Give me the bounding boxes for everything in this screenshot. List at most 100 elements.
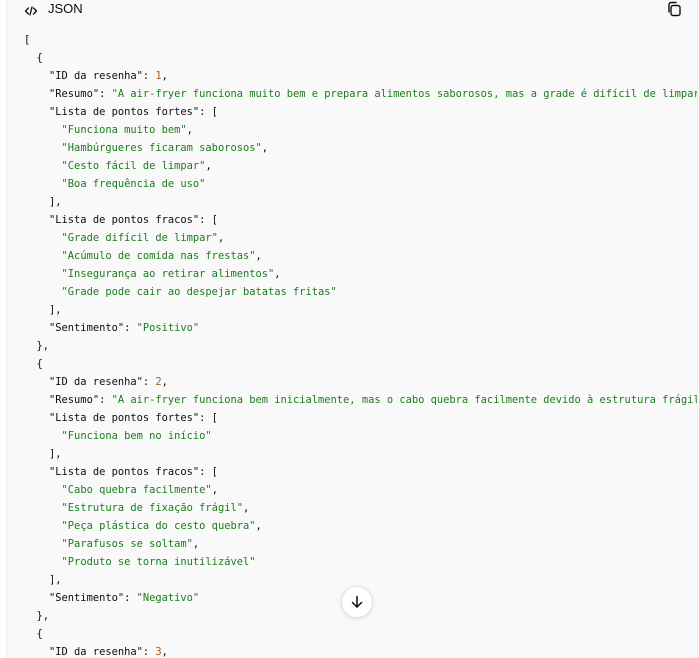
json-punctuation: : [142,70,156,82]
code-line: "Resumo": "A air-fryer funciona bem inic… [24,391,698,409]
json-punctuation [24,232,62,244]
json-punctuation [24,322,49,334]
json-punctuation: : [ [199,214,218,226]
code-content: [ { "ID da resenha": 1, "Resumo": "A air… [24,31,698,658]
code-line: ], [24,301,697,319]
code-line: { [24,355,697,373]
json-string: "Cabo quebra facilmente" [61,484,212,496]
json-punctuation: , [242,502,250,514]
code-line: "Hambúrgueres ficaram saborosos", [24,139,697,157]
code-line: "Acúmulo de comida nas frestas", [24,247,697,265]
code-line: [ [24,31,697,49]
json-string: "Parafusos se soltam" [61,538,193,550]
code-line: { [24,49,697,67]
code-line: "Boa frequência de uso" [24,175,697,193]
json-punctuation [24,538,62,550]
json-punctuation: }, [24,340,50,352]
code-line: "Resumo": "A air-fryer funciona muito be… [24,85,698,103]
json-key: "ID da resenha" [49,70,143,82]
json-punctuation [24,268,62,280]
json-punctuation [24,160,62,172]
json-string: "Grade pode cair ao despejar batatas fri… [61,286,337,298]
json-punctuation [24,214,49,226]
json-string: "Peça plástica do cesto quebra" [61,520,256,532]
json-punctuation: ], [24,448,62,460]
json-punctuation [24,592,49,604]
json-punctuation: , [274,268,281,280]
code-line: "Lista de pontos fracos": [ [24,463,697,481]
json-key: "ID da resenha" [49,646,143,658]
code-line: "ID da resenha": 3, [24,643,697,658]
json-punctuation [24,286,62,298]
json-punctuation: , [186,124,193,136]
json-punctuation [24,70,49,82]
json-punctuation: { [24,628,43,640]
code-line: "Lista de pontos fortes": [ [24,409,697,427]
json-key: "Sentimento" [49,592,125,604]
json-string: "A air-fryer funciona muito bem e prepar… [111,88,698,100]
code-line: "Funciona muito bem", [24,121,697,139]
json-key: "Lista de pontos fracos" [49,466,200,478]
json-string: "Grade difícil de limpar" [61,232,218,244]
json-punctuation [24,520,62,532]
json-punctuation: , [255,520,262,532]
json-punctuation [24,178,62,190]
json-punctuation [24,556,62,568]
json-punctuation: : [99,394,112,406]
json-punctuation: : [ [199,466,218,478]
code-icon [24,3,38,17]
code-line: "Grade pode cair ao despejar batatas fri… [24,283,697,301]
json-string: "Funciona muito bem" [61,124,187,136]
code-block: JSON [ { "ID da resenha": 1, "Resumo": "… [6,0,698,658]
code-line: "Insegurança ao retirar alimentos", [24,265,697,283]
code-line: "Lista de pontos fortes": [ [24,103,697,121]
json-punctuation: , [161,70,168,82]
code-line: "ID da resenha": 2, [24,373,697,391]
copy-button[interactable] [665,0,683,18]
json-string: "Acúmulo de comida nas frestas" [61,250,256,262]
json-punctuation: : [124,592,137,604]
json-punctuation [24,88,49,100]
json-punctuation: : [142,646,156,658]
json-punctuation [24,106,49,118]
code-line: ], [24,445,697,463]
json-string: "Insegurança ao retirar alimentos" [61,268,275,280]
code-line: "Sentimento": "Positivo" [24,319,697,337]
scroll-down-button[interactable] [341,586,373,618]
json-key: "Resumo" [49,394,100,406]
json-key: "Resumo" [49,88,100,100]
json-string: "A air-fryer funciona bem inicialmente, … [111,394,698,406]
json-punctuation: , [192,538,200,550]
arrow-down-icon [351,595,363,608]
code-line: "Cesto fácil de limpar", [24,157,697,175]
code-language-label: JSON [48,1,83,16]
json-key: "Sentimento" [49,322,125,334]
json-punctuation: , [161,646,168,658]
json-key: "Lista de pontos fracos" [49,214,200,226]
json-punctuation [24,646,49,658]
code-line: "Peça plástica do cesto quebra", [24,517,697,535]
code-block-header: JSON [7,0,697,20]
json-punctuation [24,124,62,136]
json-punctuation: , [205,160,212,172]
json-punctuation [24,376,49,388]
json-string: "Negativo" [136,592,200,604]
json-punctuation: { [24,358,43,370]
json-key: "Lista de pontos fortes" [49,106,200,118]
json-punctuation [24,484,62,496]
json-string: "Produto se torna inutilizável" [61,556,256,568]
json-punctuation: ], [24,304,62,316]
json-punctuation [24,430,62,442]
json-punctuation: : [ [199,412,218,424]
code-line: "Cabo quebra facilmente", [24,481,697,499]
code-line: { [24,625,697,643]
json-string: "Estrutura de fixação frágil" [61,502,243,514]
json-punctuation: , [255,250,262,262]
json-punctuation [24,502,62,514]
json-punctuation: , [261,142,268,154]
json-key: "ID da resenha" [49,376,143,388]
json-punctuation: , [161,376,168,388]
json-punctuation [24,142,62,154]
code-line: "ID da resenha": 1, [24,67,697,85]
json-punctuation: ], [24,574,62,586]
